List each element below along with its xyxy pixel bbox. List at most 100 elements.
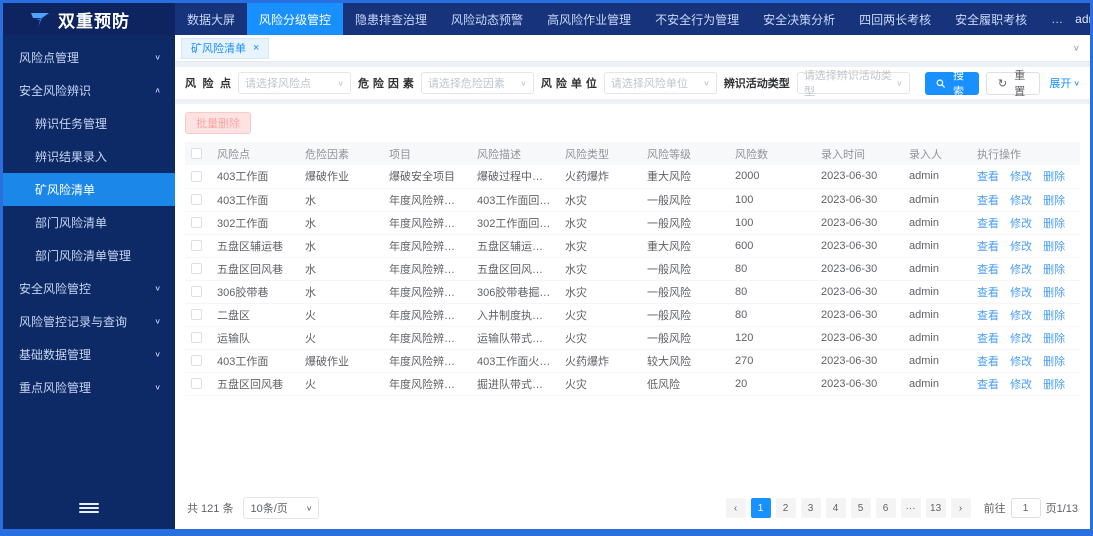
pagination-ellipsis[interactable]: ··· [900, 498, 921, 518]
nav-item-decision-analysis[interactable]: 安全决策分析 [751, 3, 847, 35]
page-button-13[interactable]: 13 [925, 498, 946, 518]
delete-link[interactable]: 删除 [1043, 333, 1065, 345]
edit-link[interactable]: 修改 [1010, 333, 1032, 345]
delete-link[interactable]: 删除 [1043, 379, 1065, 391]
cell-risk-type: 火药爆炸 [559, 165, 641, 189]
batch-delete-button[interactable]: 批量删除 [185, 112, 251, 134]
sidebar-item-risk-identification[interactable]: 安全风险辨识 ∧ [3, 74, 175, 107]
delete-link[interactable]: 删除 [1043, 241, 1065, 253]
row-checkbox[interactable] [191, 263, 202, 275]
select-all-checkbox[interactable] [191, 148, 202, 160]
view-link[interactable]: 查看 [977, 195, 999, 207]
page-size-select[interactable]: 10条/页 ∨ [243, 497, 320, 519]
main-content: 矿风险清单 × ∨ 风险点 请选择风险点 ∨ 危险因素 请选择危险因素 ∨ 风险… [175, 35, 1090, 529]
page-button-1[interactable]: 1 [750, 498, 771, 518]
nav-item-risk-warning[interactable]: 风险动态预警 [439, 3, 535, 35]
prev-page-button[interactable]: ‹ [725, 498, 746, 518]
page-button-4[interactable]: 4 [825, 498, 846, 518]
edit-link[interactable]: 修改 [1010, 195, 1032, 207]
row-checkbox[interactable] [191, 217, 202, 229]
cell-entry-user: admin [903, 280, 971, 304]
delete-link[interactable]: 删除 [1043, 287, 1065, 299]
page-button-3[interactable]: 3 [800, 498, 821, 518]
filter-label-risk-point: 风险点 [185, 78, 231, 90]
edit-link[interactable]: 修改 [1010, 287, 1032, 299]
user-menu[interactable]: admin ∨ [1075, 12, 1090, 26]
nav-item-duty-assessment[interactable]: 安全履职考核 [943, 3, 1039, 35]
view-link[interactable]: 查看 [977, 310, 999, 322]
sidebar-item-risk-control[interactable]: 安全风险管控 ∨ [3, 272, 175, 305]
row-checkbox[interactable] [191, 240, 202, 252]
view-link[interactable]: 查看 [977, 356, 999, 368]
delete-link[interactable]: 删除 [1043, 264, 1065, 276]
nav-item-risk-grading[interactable]: 风险分级管控 [247, 3, 344, 35]
row-checkbox[interactable] [191, 378, 202, 390]
nav-item-unsafe-behavior[interactable]: 不安全行为管理 [643, 3, 751, 35]
row-checkbox[interactable] [191, 309, 202, 321]
close-icon[interactable]: × [253, 42, 259, 54]
page-button-2[interactable]: 2 [775, 498, 796, 518]
sidebar-item-task-mgmt[interactable]: 辨识任务管理 [3, 107, 175, 140]
view-link[interactable]: 查看 [977, 241, 999, 253]
row-checkbox[interactable] [191, 194, 202, 206]
tab-options-chevron-icon[interactable]: ∨ [1073, 44, 1080, 53]
delete-link[interactable]: 删除 [1043, 310, 1065, 322]
view-link[interactable]: 查看 [977, 171, 999, 183]
view-link[interactable]: 查看 [977, 379, 999, 391]
risk-unit-select[interactable]: 请选择风险单位 ∨ [603, 72, 717, 94]
cell-hazard-factor: 水 [299, 257, 383, 281]
edit-link[interactable]: 修改 [1010, 241, 1032, 253]
sidebar-collapse-button[interactable] [3, 487, 175, 529]
view-link[interactable]: 查看 [977, 218, 999, 230]
delete-link[interactable]: 删除 [1043, 218, 1065, 230]
view-link[interactable]: 查看 [977, 264, 999, 276]
sidebar-item-basic-data[interactable]: 基础数据管理 ∨ [3, 338, 175, 371]
delete-link[interactable]: 删除 [1043, 195, 1065, 207]
sidebar-item-result-entry[interactable]: 辨识结果录入 [3, 140, 175, 173]
risk-point-select[interactable]: 请选择风险点 ∨ [238, 72, 351, 94]
sidebar-item-control-records[interactable]: 风险管控记录与查询 ∨ [3, 305, 175, 338]
cell-risk-desc: 五盘区回风巷掘进... [471, 257, 559, 281]
row-checkbox[interactable] [191, 286, 202, 298]
page-button-6[interactable]: 6 [875, 498, 896, 518]
cell-risk-count: 600 [729, 234, 815, 258]
nav-item-high-risk-operation[interactable]: 高风险作业管理 [535, 3, 643, 35]
goto-page-input[interactable] [1010, 498, 1041, 518]
top-bar: 双重预防 数据大屏 风险分级管控 隐患排查治理 风险动态预警 高风险作业管理 不… [3, 3, 1090, 35]
hazard-factor-select[interactable]: 请选择危险因素 ∨ [420, 72, 534, 94]
row-checkbox[interactable] [191, 355, 202, 367]
row-checkbox[interactable] [191, 170, 202, 182]
activity-type-select[interactable]: 请选择辨识活动类型 ∨ [796, 70, 910, 98]
sidebar-item-key-risk-mgmt[interactable]: 重点风险管理 ∨ [3, 371, 175, 404]
sidebar-item-dept-risk-list-mgmt[interactable]: 部门风险清单管理 [3, 239, 175, 272]
app-title: 双重预防 [58, 11, 130, 31]
page-button-5[interactable]: 5 [850, 498, 871, 518]
sidebar-item-mine-risk-list[interactable]: 矿风险清单 [3, 173, 175, 206]
search-button[interactable]: 搜索 [924, 70, 979, 98]
edit-link[interactable]: 修改 [1010, 171, 1032, 183]
next-page-button[interactable]: › [950, 498, 971, 518]
expand-link[interactable]: 展开 ∨ [1049, 75, 1080, 91]
edit-link[interactable]: 修改 [1010, 379, 1032, 391]
cell-project: 年度风险辨识评估... [383, 349, 471, 373]
edit-link[interactable]: 修改 [1010, 356, 1032, 368]
row-checkbox[interactable] [191, 332, 202, 344]
nav-item-more[interactable]: … [1039, 3, 1075, 35]
sidebar-item-dept-risk-list[interactable]: 部门风险清单 [3, 206, 175, 239]
edit-link[interactable]: 修改 [1010, 264, 1032, 276]
cell-risk-type: 火灾 [559, 326, 641, 350]
view-link[interactable]: 查看 [977, 333, 999, 345]
nav-item-hazard-governance[interactable]: 隐患排查治理 [343, 3, 439, 35]
view-link[interactable]: 查看 [977, 287, 999, 299]
sidebar-item-risk-point-mgmt[interactable]: 风险点管理 ∨ [3, 41, 175, 74]
cell-hazard-factor: 火 [299, 372, 383, 396]
nav-item-leader-assessment[interactable]: 四回两长考核 [847, 3, 943, 35]
edit-link[interactable]: 修改 [1010, 218, 1032, 230]
cell-risk-count: 100 [729, 211, 815, 235]
nav-item-data-screen[interactable]: 数据大屏 [175, 3, 247, 35]
delete-link[interactable]: 删除 [1043, 171, 1065, 183]
edit-link[interactable]: 修改 [1010, 310, 1032, 322]
delete-link[interactable]: 删除 [1043, 356, 1065, 368]
tab-mine-risk-list[interactable]: 矿风险清单 × [181, 37, 270, 59]
reset-button[interactable]: ↻ 重置 [985, 70, 1041, 98]
